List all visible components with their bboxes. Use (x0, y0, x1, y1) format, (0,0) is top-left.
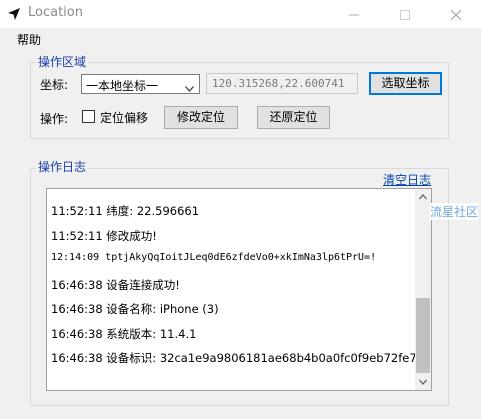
operations-group-title: 操作区域 (36, 53, 89, 70)
log-line: 16:46:38 设备连接成功! (51, 277, 180, 292)
restore-location-button[interactable]: 还原定位 (257, 106, 330, 129)
menu-bar: 帮助 (0, 28, 481, 50)
log-line: 16:46:38 设备标识: 32ca1e9a9806181ae68b4b0a0… (51, 351, 432, 365)
chevron-down-icon (185, 81, 194, 95)
menu-help[interactable]: 帮助 (17, 31, 41, 48)
title-bar[interactable]: Location (0, 0, 481, 28)
offset-checkbox-label[interactable]: 定位偏移 (100, 109, 148, 126)
minimize-button[interactable] (331, 0, 377, 28)
close-button[interactable] (433, 0, 479, 28)
log-line: 12:14:09 tptjAkyQqIoitJLeq0dE6zfdeVo0+xk… (51, 252, 377, 263)
modify-location-button[interactable]: 修改定位 (164, 106, 238, 129)
maximize-button[interactable] (382, 0, 428, 28)
log-group-title: 操作日志 (36, 158, 89, 175)
offset-checkbox[interactable] (82, 110, 95, 123)
log-line: 11:52:11 纬度: 22.596661 (51, 204, 200, 218)
scroll-up-arrow-icon[interactable] (415, 189, 431, 205)
coord-label: 坐标: (40, 78, 69, 92)
coord-source-selected: 一本地坐标一 (86, 79, 159, 93)
scroll-thumb[interactable] (416, 298, 430, 373)
coord-source-select[interactable]: 一本地坐标一 (81, 74, 200, 94)
log-list: 11:52:11 纬度: 22.596661 11:52:11 修改成功! 12… (51, 203, 432, 375)
window-title: Location (28, 5, 83, 20)
log-textbox[interactable]: 11:52:11 纬度: 22.596661 11:52:11 修改成功! 12… (46, 188, 432, 391)
log-line: 16:46:38 系统版本: 11.4.1 (51, 326, 197, 341)
app-window: Location 帮助 操作区域 坐标: 一本地坐标一 120.315268,2… (0, 0, 481, 419)
log-scrollbar[interactable] (415, 189, 431, 390)
log-line: 16:46:38 设备名称: iPhone (3) (51, 302, 219, 316)
clear-log-link[interactable]: 清空日志 (383, 171, 431, 188)
location-arrow-icon (6, 6, 22, 22)
pick-coord-button[interactable]: 选取坐标 (369, 72, 442, 95)
watermark-text: 流星社区 (430, 203, 479, 220)
log-line: 11:52:11 修改成功! (51, 228, 157, 243)
operation-label: 操作: (40, 112, 69, 126)
coord-value-field[interactable]: 120.315268,22.600741 (206, 73, 358, 94)
scroll-down-arrow-icon[interactable] (415, 374, 431, 390)
